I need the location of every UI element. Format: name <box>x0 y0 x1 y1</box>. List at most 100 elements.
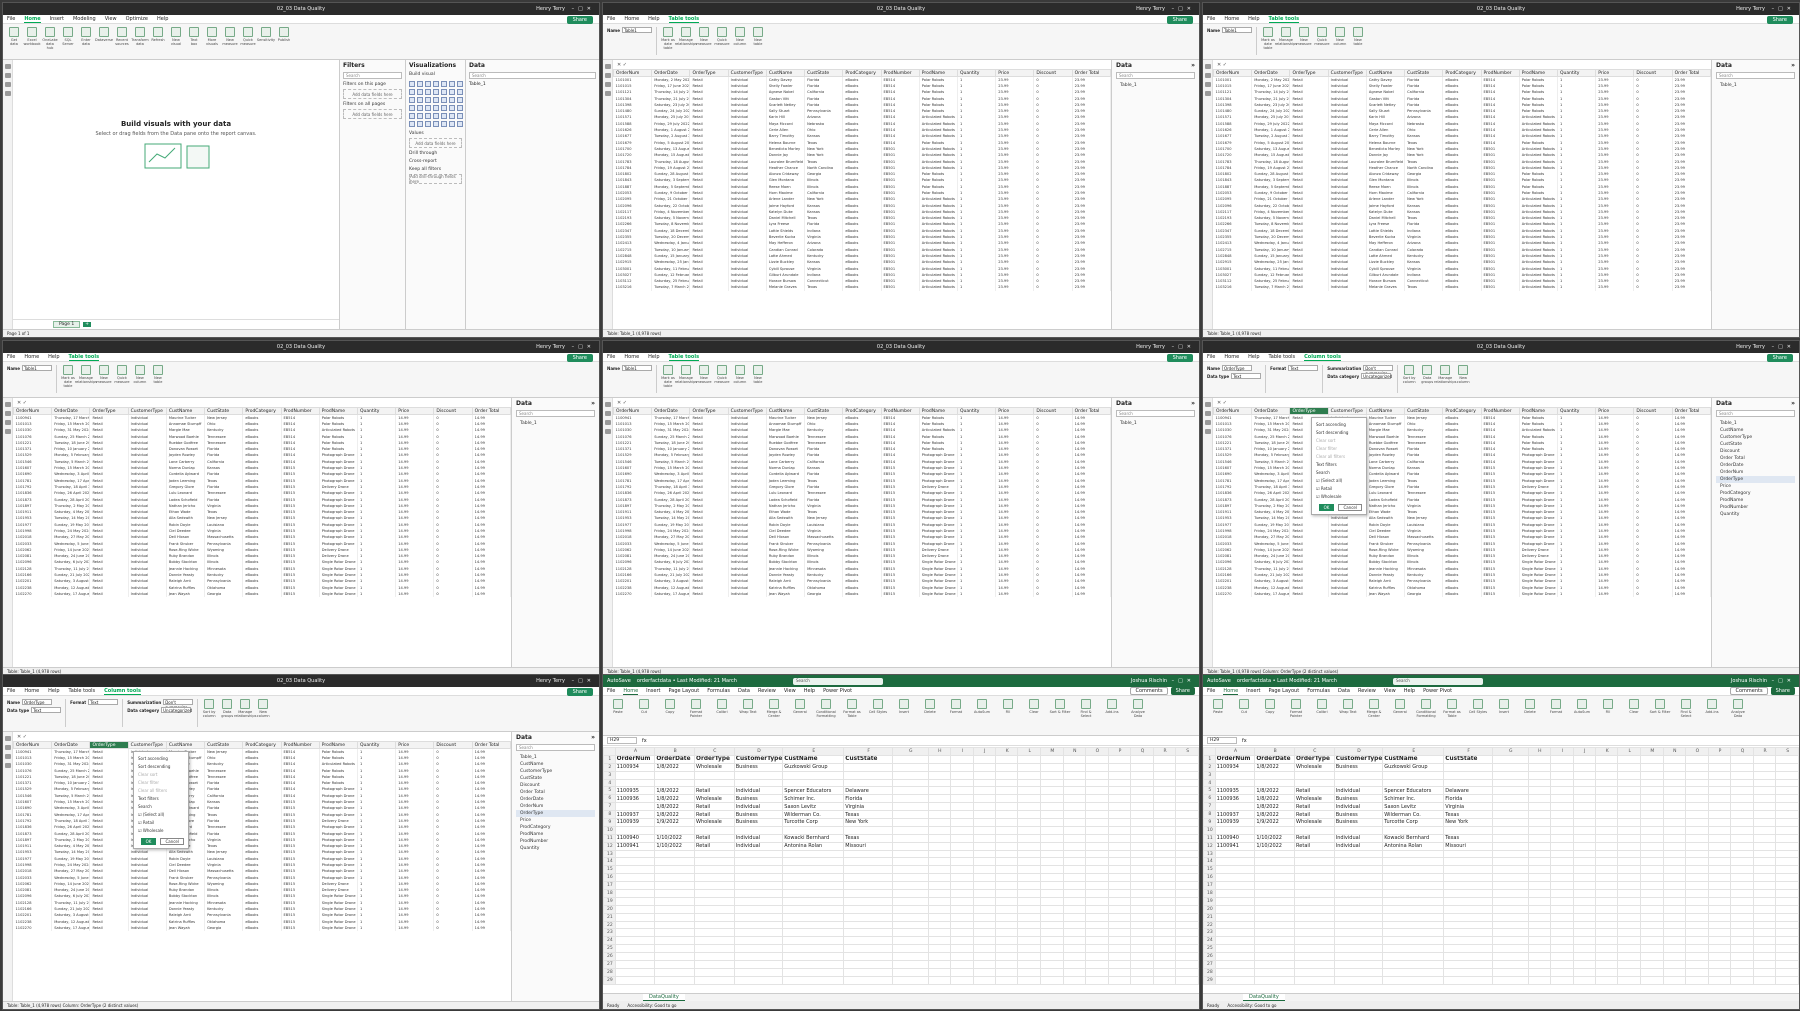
cell[interactable] <box>1594 904 1619 914</box>
cell[interactable] <box>1107 818 1132 827</box>
cell[interactable] <box>1107 833 1132 843</box>
column-letter[interactable]: A <box>614 747 656 756</box>
column-header[interactable]: ProdNumber <box>880 69 920 77</box>
cell[interactable] <box>994 873 1019 883</box>
cell[interactable] <box>1214 857 1256 867</box>
cell[interactable]: Individual <box>1333 786 1384 796</box>
cell[interactable] <box>1443 975 1494 985</box>
cell[interactable] <box>1617 975 1641 985</box>
ribbon-button[interactable]: New column <box>733 27 747 46</box>
field-item[interactable]: OrderDate <box>516 796 595 803</box>
column-header[interactable]: ProdCategory <box>242 741 282 749</box>
chart-type-icon[interactable] <box>409 105 415 111</box>
cell[interactable] <box>1707 889 1732 898</box>
column-header[interactable]: CustState <box>804 407 844 415</box>
cell[interactable] <box>1617 754 1641 764</box>
cell[interactable] <box>1152 920 1177 930</box>
cell[interactable] <box>1175 896 1199 906</box>
column-header[interactable]: CustomerType <box>127 407 167 415</box>
cell[interactable] <box>1107 952 1132 962</box>
cell[interactable] <box>1017 810 1041 820</box>
cell[interactable] <box>972 896 996 906</box>
cell[interactable] <box>1175 952 1199 962</box>
cell[interactable] <box>1639 944 1664 954</box>
cell[interactable] <box>1294 928 1335 938</box>
cell[interactable] <box>1294 904 1335 914</box>
header-cell[interactable]: CustName <box>1382 754 1445 764</box>
cell[interactable] <box>1550 944 1574 954</box>
cell[interactable] <box>1752 920 1777 930</box>
cell[interactable] <box>1752 896 1777 906</box>
chart-type-icon[interactable] <box>425 81 431 87</box>
ribbon-button[interactable]: Clear <box>1623 699 1645 732</box>
dax-view-icon[interactable] <box>605 91 611 96</box>
cell[interactable] <box>1107 967 1132 977</box>
ribbon-button[interactable]: New measure <box>222 27 238 46</box>
cell[interactable] <box>1550 849 1574 859</box>
cell[interactable] <box>1662 865 1687 875</box>
excel-menu-item[interactable]: Home <box>1223 688 1239 695</box>
dax-view-icon[interactable] <box>5 429 11 434</box>
ribbon-button[interactable]: Copy <box>1259 699 1281 732</box>
cell[interactable] <box>1492 762 1529 772</box>
cell[interactable] <box>1662 960 1687 969</box>
column-header[interactable]: Discount <box>433 407 473 415</box>
cell[interactable] <box>1382 873 1445 883</box>
cell[interactable] <box>1085 857 1109 867</box>
cell[interactable] <box>782 896 845 906</box>
row-number[interactable]: 20 <box>1203 904 1216 914</box>
cell[interactable] <box>1085 889 1109 898</box>
cell[interactable] <box>1062 818 1087 827</box>
cell[interactable] <box>1085 896 1109 906</box>
user-name[interactable]: Henry Terry <box>1136 344 1165 350</box>
ribbon-button[interactable]: Format Painter <box>1285 699 1307 732</box>
cell[interactable] <box>1572 786 1596 796</box>
cell[interactable] <box>927 770 952 780</box>
cell[interactable] <box>1039 841 1064 851</box>
cell[interactable] <box>927 952 952 962</box>
cell[interactable] <box>1214 952 1256 962</box>
chart-type-icon[interactable] <box>433 105 439 111</box>
column-header[interactable]: Quantity <box>356 741 397 749</box>
column-letter[interactable]: G <box>892 747 929 756</box>
chart-type-icon[interactable] <box>457 81 463 87</box>
cell[interactable] <box>1730 952 1754 962</box>
cell[interactable] <box>1775 881 1799 891</box>
share-button[interactable]: Share <box>566 16 593 24</box>
window-controls[interactable]: –□✕ <box>1172 678 1195 684</box>
menu-column-tools[interactable]: Column tools <box>1304 354 1341 361</box>
cell[interactable] <box>1130 936 1154 946</box>
column-letter[interactable]: N <box>1662 747 1687 756</box>
cell[interactable] <box>1617 873 1641 883</box>
column-letter[interactable]: R <box>1752 747 1777 756</box>
menu-file[interactable]: File <box>607 354 615 360</box>
cell[interactable] <box>1130 881 1154 891</box>
cell[interactable] <box>927 912 952 922</box>
row-number[interactable]: 12 <box>603 841 616 851</box>
cell[interactable] <box>1333 960 1384 969</box>
cell[interactable] <box>972 960 996 969</box>
cell[interactable] <box>1152 825 1177 835</box>
cell[interactable] <box>1039 802 1064 812</box>
column-header[interactable]: Price <box>1595 407 1635 415</box>
ribbon-button[interactable]: General <box>789 699 811 732</box>
cell[interactable] <box>1662 754 1687 764</box>
cell[interactable] <box>1639 912 1664 922</box>
ribbon-button[interactable]: New visual <box>169 27 183 46</box>
cell[interactable] <box>694 928 735 938</box>
cell[interactable] <box>1685 944 1709 954</box>
cell[interactable] <box>1333 873 1384 883</box>
cell[interactable] <box>1017 762 1041 772</box>
cell[interactable]: 1100934 <box>1214 762 1256 772</box>
cell[interactable] <box>1492 881 1529 891</box>
cell[interactable] <box>1152 818 1177 827</box>
cell[interactable]: Business <box>733 818 784 827</box>
drill-dropzone[interactable]: Add drill-through fields here <box>409 174 462 184</box>
cell[interactable] <box>1707 928 1732 938</box>
cell[interactable] <box>782 778 845 788</box>
cell[interactable] <box>1017 770 1041 780</box>
cell[interactable] <box>1062 841 1087 851</box>
select-all-corner[interactable] <box>603 747 616 756</box>
cell[interactable] <box>1107 904 1132 914</box>
cell[interactable]: Retail <box>694 833 735 843</box>
